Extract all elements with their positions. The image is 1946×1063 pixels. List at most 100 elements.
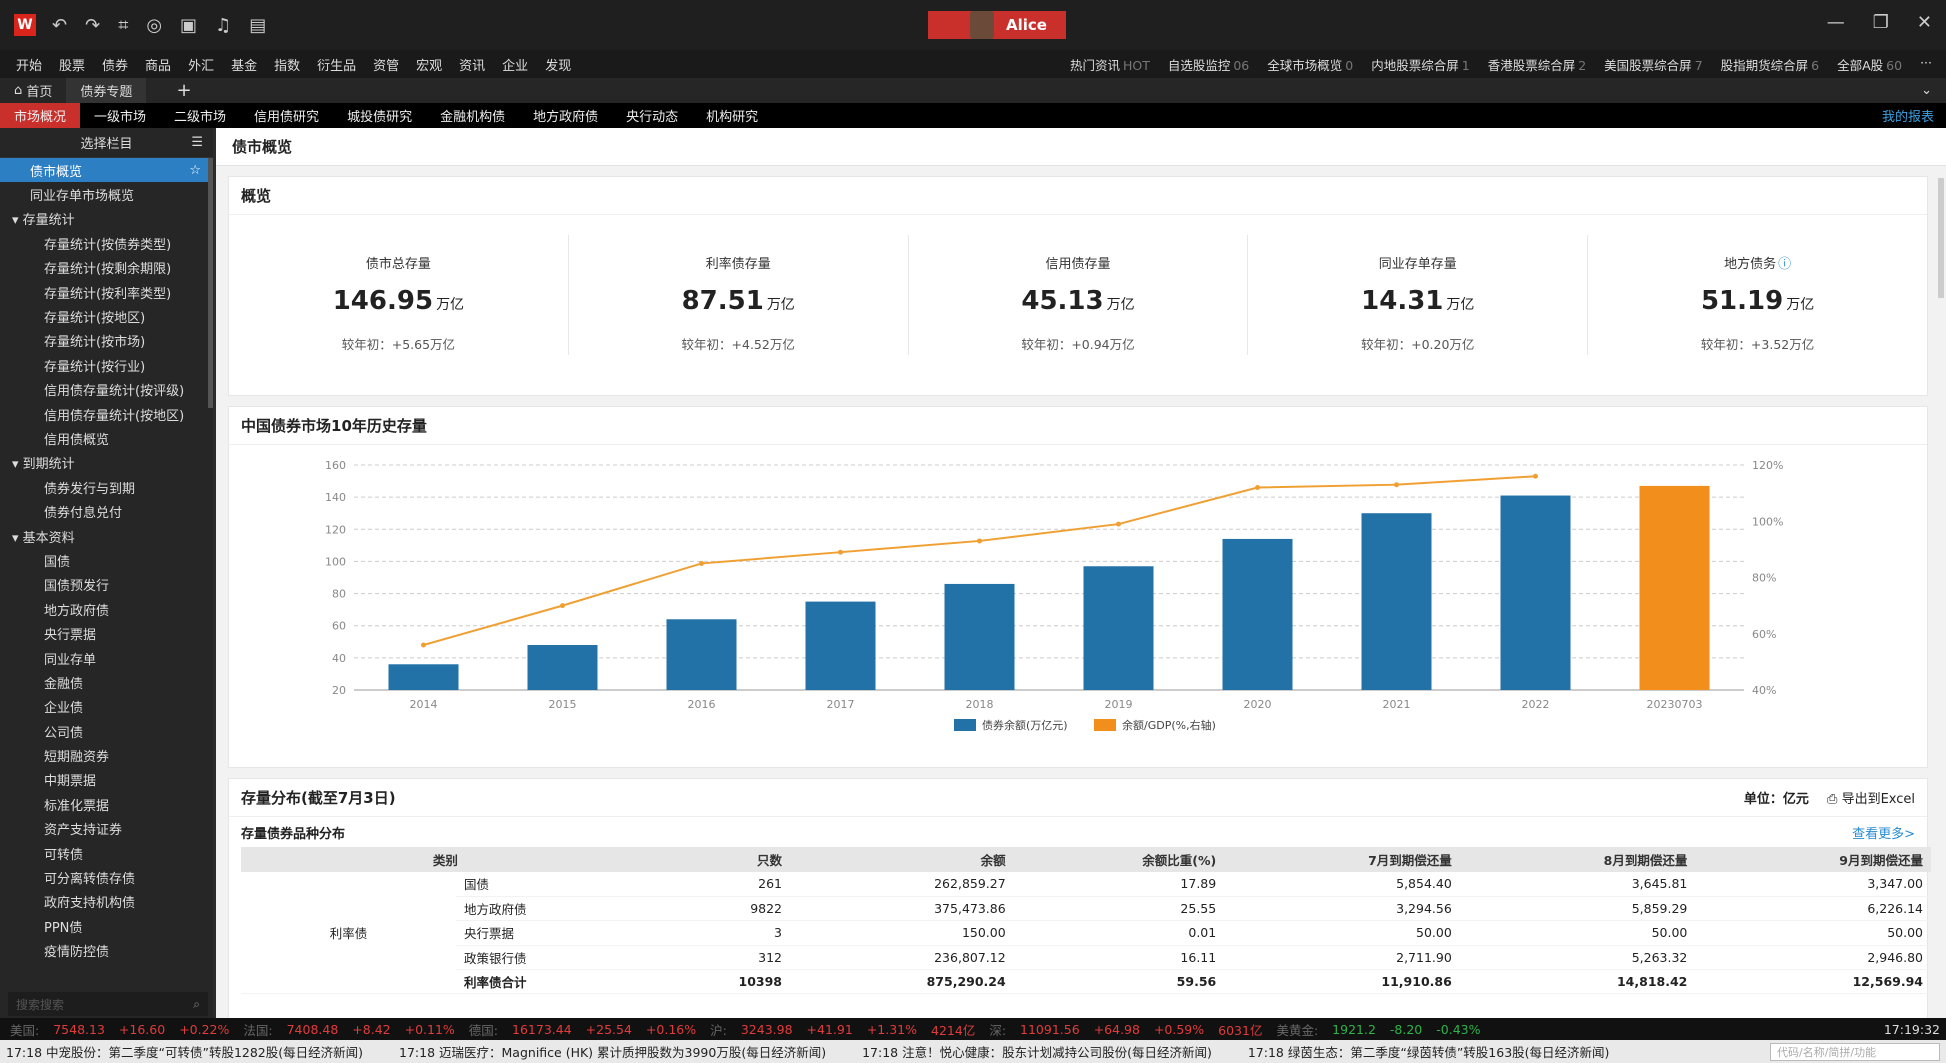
sidebar-item[interactable]: 金融债: [0, 670, 213, 694]
sidebar-item[interactable]: 存量统计(按债券类型): [0, 231, 213, 255]
column-header: 7月到期偿还量: [1224, 847, 1460, 872]
sidebar-item[interactable]: 债券付息兑付: [0, 499, 213, 523]
menu-item[interactable]: 资管: [373, 55, 399, 74]
sidebar-item[interactable]: 存量统计(按利率类型): [0, 280, 213, 304]
sidebar-item[interactable]: 信用债概览: [0, 426, 213, 450]
subnav-item[interactable]: 信用债研究: [240, 103, 333, 128]
sidebar-item[interactable]: 同业存单市场概览: [0, 182, 213, 206]
sidebar-item[interactable]: 中期票据: [0, 768, 213, 792]
subnav-item[interactable]: 金融机构债: [426, 103, 519, 128]
subnav-item[interactable]: 地方政府债: [519, 103, 612, 128]
menu-item[interactable]: 外汇: [188, 55, 214, 74]
sidebar-item[interactable]: ▾ 到期统计: [0, 451, 213, 475]
menu-item[interactable]: 资讯: [459, 55, 485, 74]
menu-item[interactable]: 企业: [502, 55, 528, 74]
crop-icon[interactable]: ⌗: [118, 15, 128, 36]
sidebar-item[interactable]: 可转债: [0, 841, 213, 865]
add-tab-button[interactable]: +: [146, 78, 205, 103]
menu-item[interactable]: 基金: [231, 55, 257, 74]
screen-shortcut[interactable]: 全部A股 60: [1837, 55, 1902, 74]
sidebar-item[interactable]: 同业存单: [0, 646, 213, 670]
sidebar-item[interactable]: PPN债: [0, 914, 213, 938]
sidebar-item[interactable]: 央行票据: [0, 621, 213, 645]
table-cell: 50.00: [1459, 920, 1696, 946]
y-tick-label: 60: [332, 620, 346, 633]
sidebar-item[interactable]: 存量统计(按地区): [0, 304, 213, 328]
screen-shortcut[interactable]: 自选股监控 06: [1168, 55, 1249, 74]
subnav-item[interactable]: 二级市场: [160, 103, 240, 128]
menu-item[interactable]: 开始: [16, 55, 42, 74]
screen-shortcut[interactable]: 热门资讯 HOT: [1070, 55, 1150, 74]
subnav-item[interactable]: 机构研究: [692, 103, 772, 128]
user-badge[interactable]: Alice: [928, 11, 1066, 39]
sidebar-scrollbar[interactable]: [208, 158, 213, 408]
sidebar-item[interactable]: ▾ 基本资料: [0, 524, 213, 548]
chat-icon[interactable]: ◎: [146, 15, 162, 36]
sidebar-search-input[interactable]: 搜索搜索 ⌕: [8, 992, 208, 1016]
table-cell: 12,569.94: [1695, 969, 1931, 995]
menu-item[interactable]: 宏观: [416, 55, 442, 74]
sidebar-item[interactable]: ▾ 存量统计: [0, 207, 213, 231]
sidebar-item[interactable]: 信用债存量统计(按地区): [0, 402, 213, 426]
sidebar-item[interactable]: 公司债: [0, 719, 213, 743]
sidebar-item[interactable]: 国债预发行: [0, 573, 213, 597]
sidebar-item[interactable]: 债券发行与到期: [0, 475, 213, 499]
menu-item[interactable]: 衍生品: [317, 55, 356, 74]
subnav-item[interactable]: 央行动态: [612, 103, 692, 128]
menu-icon[interactable]: ☰: [191, 135, 203, 150]
menu-item[interactable]: 股票: [59, 55, 85, 74]
export-excel-button[interactable]: 导出到Excel: [1842, 792, 1915, 807]
view-more-link[interactable]: 查看更多>: [1852, 823, 1915, 842]
sidebar-item[interactable]: 政府支持机构债: [0, 890, 213, 914]
subnav-item[interactable]: 市场概况: [0, 103, 81, 128]
sidebar-item[interactable]: 信用债存量统计(按评级): [0, 378, 213, 402]
menu-item[interactable]: 商品: [145, 55, 171, 74]
sidebar-item[interactable]: 存量统计(按市场): [0, 329, 213, 353]
info-icon[interactable]: ⓘ: [1778, 257, 1791, 272]
news-item[interactable]: 17:18 注意！悦心健康：股东计划减持公司股份(每日经济新闻): [862, 1042, 1212, 1061]
sidebar-item[interactable]: 存量统计(按剩余期限): [0, 256, 213, 280]
sidebar-item[interactable]: 债市概览 ☆: [0, 158, 213, 183]
bell-icon[interactable]: ♫: [215, 15, 231, 36]
status-value: 4214亿: [931, 1022, 976, 1038]
note-icon[interactable]: ▤: [249, 15, 266, 36]
star-icon[interactable]: ☆: [189, 163, 201, 178]
subnav-item[interactable]: 一级市场: [80, 103, 160, 128]
menu-item[interactable]: 债券: [102, 55, 128, 74]
screen-shortcut[interactable]: 内地股票综合屏 1: [1371, 55, 1469, 74]
chevron-down-icon[interactable]: ⌄: [1921, 83, 1932, 98]
subnav-item[interactable]: 城投债研究: [333, 103, 426, 128]
sidebar-item[interactable]: 存量统计(按行业): [0, 353, 213, 377]
legend-label: 余额/GDP(%,右轴): [1122, 718, 1216, 732]
sidebar-item[interactable]: 疫情防控债: [0, 939, 213, 963]
redo-icon[interactable]: ↷: [85, 15, 100, 36]
sidebar-item[interactable]: 地方政府债: [0, 597, 213, 621]
menu-item[interactable]: 发现: [545, 55, 571, 74]
more-icon[interactable]: ···: [1920, 55, 1932, 74]
close-icon[interactable]: ✕: [1917, 12, 1932, 33]
sidebar-item[interactable]: 可分离转债存债: [0, 865, 213, 889]
undo-icon[interactable]: ↶: [52, 15, 67, 36]
layout-icon[interactable]: ▣: [180, 15, 197, 36]
menu-item[interactable]: 指数: [274, 55, 300, 74]
screen-shortcut[interactable]: 美国股票综合屏 7: [1604, 55, 1702, 74]
minimize-icon[interactable]: —: [1827, 12, 1845, 33]
news-item[interactable]: 17:18 中宠股份：第二季度“可转债”转股1282股(每日经济新闻): [6, 1042, 363, 1061]
screen-shortcut[interactable]: 股指期货综合屏 6: [1721, 55, 1819, 74]
news-item[interactable]: 17:18 迈瑞医疗：Magnifice (HK) 累计质押股数为3990万股(…: [399, 1042, 826, 1061]
sidebar-item[interactable]: 资产支持证券: [0, 817, 213, 841]
ticker-search-input[interactable]: 代码/名称/简拼/功能: [1770, 1042, 1940, 1061]
tab-bond-topic[interactable]: 债券专题: [66, 78, 147, 103]
sidebar-item[interactable]: 短期融资券: [0, 743, 213, 767]
restore-icon[interactable]: ❐: [1873, 12, 1889, 33]
news-item[interactable]: 17:18 绿茵生态：第二季度“绿茵转债”转股163股(每日经济新闻): [1248, 1042, 1610, 1061]
sidebar-item[interactable]: 标准化票据: [0, 792, 213, 816]
my-reports-link[interactable]: 我的报表: [1882, 106, 1934, 125]
sidebar-item[interactable]: 国债: [0, 548, 213, 572]
screen-shortcut[interactable]: 香港股票综合屏 2: [1488, 55, 1586, 74]
sidebar-item[interactable]: 企业债: [0, 695, 213, 719]
search-icon[interactable]: ⌕: [193, 997, 200, 1012]
content-scrollbar[interactable]: [1938, 178, 1944, 298]
tab-home[interactable]: ⌂ 首页: [0, 78, 66, 103]
screen-shortcut[interactable]: 全球市场概览 0: [1267, 55, 1353, 74]
